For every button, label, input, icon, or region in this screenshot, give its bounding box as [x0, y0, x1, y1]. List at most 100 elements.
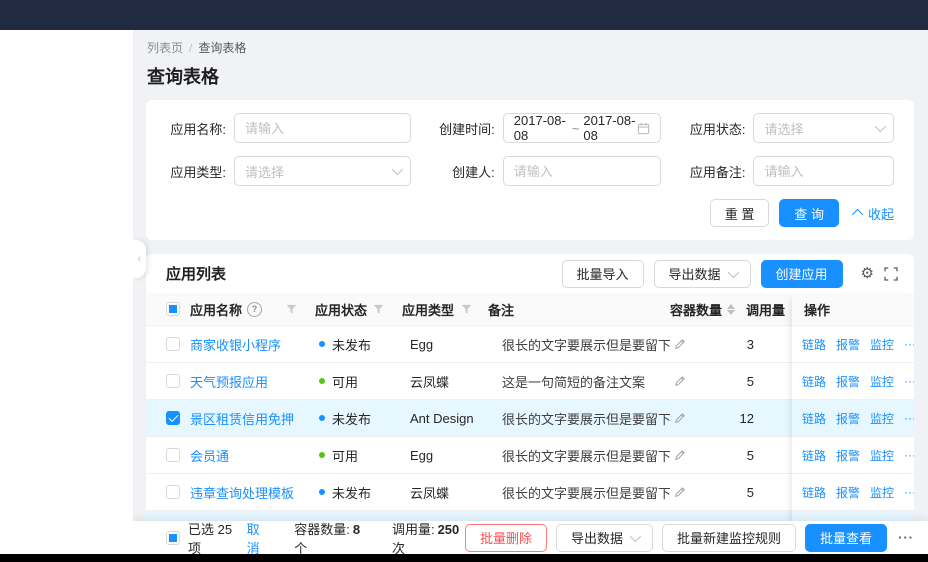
edit-icon[interactable]	[674, 449, 686, 461]
app-type-select[interactable]: 请选择	[234, 156, 411, 186]
date-range-picker[interactable]: 2017-08-08 ~ 2017-08-08	[502, 113, 662, 143]
row-more-icon[interactable]: ···	[904, 337, 914, 351]
ops-body: 链路报警监控···链路报警监控···链路报警监控···链路报警监控···链路报警…	[792, 326, 914, 554]
selection-checkbox[interactable]	[166, 530, 180, 545]
row-action-link[interactable]: 链路	[802, 373, 826, 390]
row-checkbox[interactable]	[166, 485, 180, 499]
chevron-up-icon	[851, 208, 864, 221]
remark-cell: 很长的文字要展示但是要留下 ... 尾巴	[490, 335, 692, 354]
field-create-time: 创建时间: 2017-08-08 ~ 2017-08-08	[435, 113, 662, 143]
app-status-label: 应用状态:	[689, 121, 746, 137]
row-action-link[interactable]: 报警	[836, 373, 860, 390]
edit-icon[interactable]	[674, 486, 686, 498]
create-time-label: 创建时间:	[439, 121, 495, 137]
select-all-checkbox[interactable]	[166, 302, 180, 316]
row-more-icon[interactable]: ···	[904, 448, 914, 462]
row-more-icon[interactable]: ···	[904, 485, 914, 499]
breadcrumb-parent[interactable]: 列表页	[147, 41, 183, 55]
app-name-label: 应用名称:	[170, 121, 226, 137]
app-name-link[interactable]: 会员通	[190, 449, 229, 464]
chevron-down-icon	[727, 266, 739, 278]
row-checkbox[interactable]	[166, 411, 180, 425]
date-end[interactable]: 2017-08-08	[583, 113, 637, 143]
type-cell: 云凤蝶	[410, 374, 450, 390]
row-action-link[interactable]: 链路	[802, 410, 826, 427]
row-action-link[interactable]: 链路	[802, 484, 826, 501]
row-action-link[interactable]: 报警	[836, 410, 860, 427]
top-navigation-bar	[0, 0, 928, 30]
row-action-link[interactable]: 报警	[836, 447, 860, 464]
edit-icon[interactable]	[674, 375, 686, 387]
batch-create-rule-button[interactable]: 批量新建监控规则	[661, 523, 796, 552]
row-checkbox[interactable]	[166, 337, 180, 351]
filter-icon[interactable]	[461, 304, 472, 315]
app-name-link[interactable]: 商家收银小程序	[190, 338, 281, 353]
filter-icon[interactable]	[373, 304, 384, 315]
app-name-link[interactable]: 景区租赁信用免押	[190, 412, 294, 427]
sort-icon[interactable]	[727, 303, 736, 315]
breadcrumb-separator: /	[189, 41, 193, 55]
row-action-link[interactable]: 监控	[870, 447, 894, 464]
row-action-link[interactable]: 报警	[836, 484, 860, 501]
row-action-link[interactable]: 链路	[802, 336, 826, 353]
type-cell: Ant Design	[410, 410, 474, 426]
selected-text: 已选 25 项	[188, 521, 233, 555]
edit-icon[interactable]	[674, 412, 686, 424]
row-actions: 链路报警监控 ···	[792, 400, 914, 437]
row-checkbox[interactable]	[166, 374, 180, 388]
fullscreen-icon[interactable]	[884, 266, 898, 281]
field-app-name: 应用名称:	[166, 113, 411, 143]
app-name-link[interactable]: 天气预报应用	[190, 375, 268, 390]
reset-button[interactable]: 重 置	[709, 199, 770, 227]
calls-stat: 调用量: 250次	[391, 521, 460, 555]
creator-label: 创建人:	[452, 164, 495, 180]
row-action-link[interactable]: 监控	[870, 336, 894, 353]
breadcrumb-current: 查询表格	[198, 41, 247, 55]
question-circle-icon[interactable]: ?	[247, 301, 263, 317]
chevron-left-icon: ‹	[137, 253, 142, 265]
row-more-icon[interactable]: ···	[904, 374, 914, 388]
app-name-link[interactable]: 违章查询处理模板	[190, 486, 294, 501]
edit-icon[interactable]	[674, 338, 686, 350]
type-cell: Egg	[410, 336, 434, 352]
row-action-link[interactable]: 报警	[836, 336, 860, 353]
containers-stat: 容器数量: 8个	[294, 521, 361, 555]
type-cell: Egg	[410, 447, 434, 463]
breadcrumb: 列表页 / 查询表格	[147, 39, 914, 56]
row-action-link[interactable]: 监控	[870, 484, 894, 501]
status-dot-icon	[319, 452, 325, 458]
row-actions: 链路报警监控 ···	[792, 326, 914, 363]
create-app-button[interactable]: 创建应用	[760, 259, 843, 288]
export-data-button[interactable]: 导出数据	[653, 259, 751, 288]
batch-import-button[interactable]: 批量导入	[561, 259, 644, 288]
field-app-status: 应用状态: 请选择	[685, 113, 894, 143]
row-checkbox[interactable]	[166, 448, 180, 462]
search-button[interactable]: 查 询	[779, 199, 839, 227]
row-action-link[interactable]: 监控	[870, 410, 894, 427]
status-dot-icon	[319, 378, 325, 384]
filter-icon[interactable]	[286, 304, 297, 315]
row-actions: 链路报警监控 ···	[792, 363, 914, 400]
more-actions-icon[interactable]: ···	[896, 530, 916, 545]
collapse-filter-link[interactable]: 收起	[851, 204, 894, 223]
status-dot-icon	[319, 415, 325, 421]
date-start[interactable]: 2017-08-08	[514, 113, 568, 143]
gear-icon[interactable]: ⚙	[861, 266, 874, 281]
batch-delete-button[interactable]: 批量删除	[464, 523, 547, 552]
batch-view-button[interactable]: 批量查看	[804, 523, 887, 552]
footer-export-button[interactable]: 导出数据	[555, 523, 653, 552]
row-action-link[interactable]: 链路	[802, 447, 826, 464]
status-cell: 未发布	[315, 409, 404, 428]
app-remark-input[interactable]	[764, 163, 883, 179]
table-title: 应用列表	[166, 266, 227, 283]
creator-input[interactable]	[513, 163, 651, 179]
app-name-input[interactable]	[245, 120, 400, 136]
cancel-selection-link[interactable]: 取消	[247, 519, 269, 555]
remark-cell: 很长的文字要展示但是要留下 ... 尾巴	[490, 446, 692, 465]
app-status-select[interactable]: 请选择	[753, 113, 894, 143]
row-more-icon[interactable]: ···	[904, 411, 914, 425]
row-action-link[interactable]: 监控	[870, 373, 894, 390]
batch-action-bar: 已选 25 项 取消 容器数量: 8个 调用量: 250次 批量删除 导出数据 批量…	[133, 521, 928, 554]
field-app-type: 应用类型: 请选择	[166, 156, 411, 186]
sidebar-collapse-handle[interactable]: ‹	[133, 240, 146, 278]
